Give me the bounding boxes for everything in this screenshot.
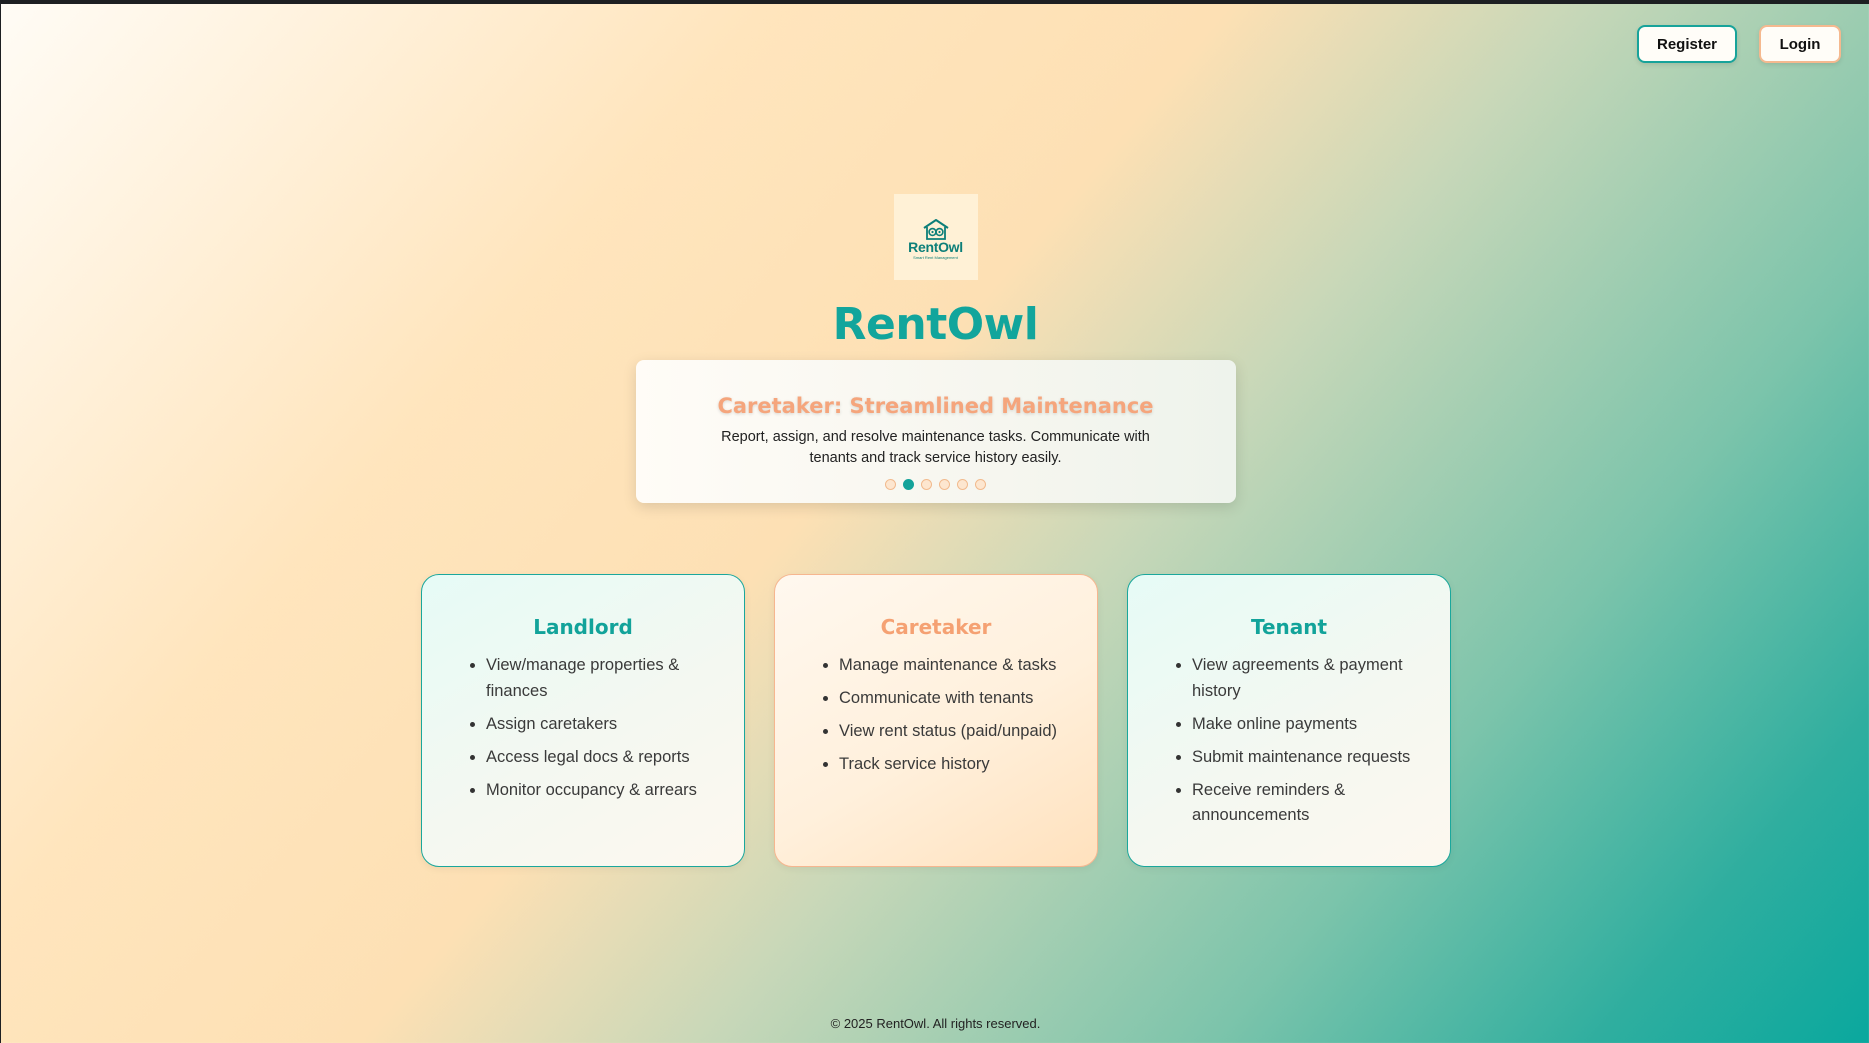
feature-carousel: Caretaker: Streamlined Maintenance Repor… [635, 360, 1236, 503]
role-feature-list: View agreements & payment history Make o… [1176, 653, 1416, 829]
list-item: Communicate with tenants [823, 686, 1063, 712]
list-item: Monitor occupancy & arrears [470, 778, 710, 804]
role-feature-list: View/manage properties & finances Assign… [470, 653, 710, 803]
role-cards: Landlord View/manage properties & financ… [421, 574, 1451, 867]
hero: RentOwl Smart Rent Management RentOwl Ca… [1, 194, 1869, 503]
register-button[interactable]: Register [1637, 25, 1737, 63]
list-item: View agreements & payment history [1176, 653, 1416, 704]
carousel-dots [636, 479, 1236, 490]
carousel-dot[interactable] [885, 479, 896, 490]
page-title: RentOwl [832, 299, 1039, 350]
logo-tagline: Smart Rent Management [913, 255, 958, 260]
carousel-dot[interactable] [939, 479, 950, 490]
list-item: Submit maintenance requests [1176, 745, 1416, 771]
role-card-landlord: Landlord View/manage properties & financ… [421, 574, 745, 867]
logo: RentOwl Smart Rent Management [893, 194, 978, 280]
top-nav: Register Login [1637, 25, 1841, 63]
carousel-dot[interactable] [975, 479, 986, 490]
logo-wordmark: RentOwl [908, 239, 963, 255]
list-item: Access legal docs & reports [470, 745, 710, 771]
list-item: Receive reminders & announcements [1176, 778, 1416, 829]
list-item: Track service history [823, 752, 1063, 778]
login-button[interactable]: Login [1759, 25, 1841, 63]
owl-house-icon [922, 219, 949, 240]
list-item: View rent status (paid/unpaid) [823, 719, 1063, 745]
carousel-slide-title: Caretaker: Streamlined Maintenance [717, 394, 1154, 418]
list-item: View/manage properties & finances [470, 653, 710, 704]
role-card-title: Caretaker [880, 615, 992, 639]
list-item: Assign caretakers [470, 712, 710, 738]
role-card-title: Landlord [533, 615, 633, 639]
carousel-dot[interactable] [921, 479, 932, 490]
role-card-title: Tenant [1250, 615, 1328, 639]
list-item: Manage maintenance & tasks [823, 653, 1063, 679]
carousel-dot[interactable] [957, 479, 968, 490]
list-item: Make online payments [1176, 712, 1416, 738]
footer-copyright: © 2025 RentOwl. All rights reserved. [830, 1016, 1041, 1031]
role-feature-list: Manage maintenance & tasks Communicate w… [823, 653, 1063, 778]
carousel-dot[interactable] [903, 479, 914, 490]
carousel-slide-description: Report, assign, and resolve maintenance … [721, 429, 1150, 466]
role-card-tenant: Tenant View agreements & payment history… [1127, 574, 1451, 867]
role-card-caretaker: Caretaker Manage maintenance & tasks Com… [774, 574, 1098, 867]
